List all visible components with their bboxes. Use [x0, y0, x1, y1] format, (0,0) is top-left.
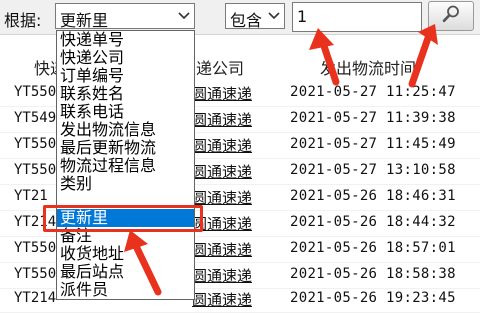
- dispatch-time-cell: 2021-05-26 18:58:38: [290, 266, 456, 282]
- search-button[interactable]: [428, 1, 474, 31]
- dropdown-option[interactable]: 快递单号: [57, 31, 194, 49]
- search-input[interactable]: 1: [292, 2, 422, 32]
- dropdown-option[interactable]: 最后更新物流: [57, 139, 194, 157]
- dropdown-option[interactable]: 物流过程信息: [57, 157, 194, 175]
- courier-cell[interactable]: 圆通速递: [192, 83, 252, 104]
- dropdown-option[interactable]: 发出物流信息: [57, 121, 194, 139]
- dropdown-option[interactable]: 派件员: [57, 281, 194, 299]
- dispatch-time-cell: 2021-05-26 19:23:45: [290, 290, 456, 306]
- courier-cell[interactable]: 圆通速递: [192, 265, 252, 286]
- column-header-courier[interactable]: 递公司: [196, 55, 244, 79]
- dropdown-option[interactable]: 最后站点: [57, 263, 194, 281]
- dropdown-option[interactable]: 订单编号: [57, 67, 194, 85]
- courier-cell[interactable]: 圆通速递: [192, 161, 252, 182]
- operator-select[interactable]: 包含: [225, 3, 285, 30]
- field-select-value: 更新里: [60, 11, 109, 30]
- dispatch-time-cell: 2021-05-26 18:57:01: [290, 240, 456, 256]
- courier-cell[interactable]: 圆通速递: [192, 109, 252, 130]
- dropdown-option[interactable]: 联系姓名: [57, 85, 194, 103]
- tracking-number-cell: YT214: [14, 290, 57, 306]
- tracking-number-cell: YT550: [14, 240, 57, 256]
- field-dropdown-list: 快递单号 快递公司 订单编号 联系姓名 联系电话 发出物流信息 最后更新物流 物…: [56, 30, 195, 300]
- dispatch-time-cell: 2021-05-27 13:10:58: [290, 162, 456, 178]
- tracking-number-cell: YT21: [14, 188, 48, 204]
- tracking-number-cell: YT549: [14, 110, 57, 126]
- dispatch-time-cell: 2021-05-27 11:39:38: [290, 110, 456, 126]
- selection-highlight-box: [43, 205, 203, 232]
- column-header-dispatch-time[interactable]: 发出物流时间: [320, 55, 416, 79]
- dropdown-option[interactable]: 类别: [57, 175, 194, 193]
- dispatch-time-cell: 2021-05-26 18:44:32: [290, 214, 456, 230]
- dispatch-time-cell: 2021-05-26 18:46:31: [290, 188, 456, 204]
- courier-cell[interactable]: 圆通速递: [192, 239, 252, 260]
- chevron-down-icon[interactable]: [174, 4, 194, 28]
- basis-label: 根据:: [4, 11, 42, 30]
- tracking-number-cell: YT550: [14, 84, 57, 100]
- dropdown-option[interactable]: 收货地址: [57, 245, 194, 263]
- field-select[interactable]: 更新里: [55, 3, 195, 30]
- courier-cell[interactable]: 圆通速递: [192, 135, 252, 156]
- tracking-number-cell: YT550: [14, 136, 57, 152]
- operator-select-value: 包含: [230, 11, 263, 30]
- tracking-number-cell: YT550: [14, 266, 57, 282]
- tracking-number-cell: YT550: [14, 162, 57, 178]
- dropdown-option[interactable]: 联系电话: [57, 103, 194, 121]
- dispatch-time-cell: 2021-05-27 11:25:47: [290, 84, 456, 100]
- chevron-down-icon[interactable]: [264, 4, 284, 28]
- dropdown-option[interactable]: 快递公司: [57, 49, 194, 67]
- dispatch-time-cell: 2021-05-27 11:45:49: [290, 136, 456, 152]
- magnifier-icon: [441, 4, 461, 28]
